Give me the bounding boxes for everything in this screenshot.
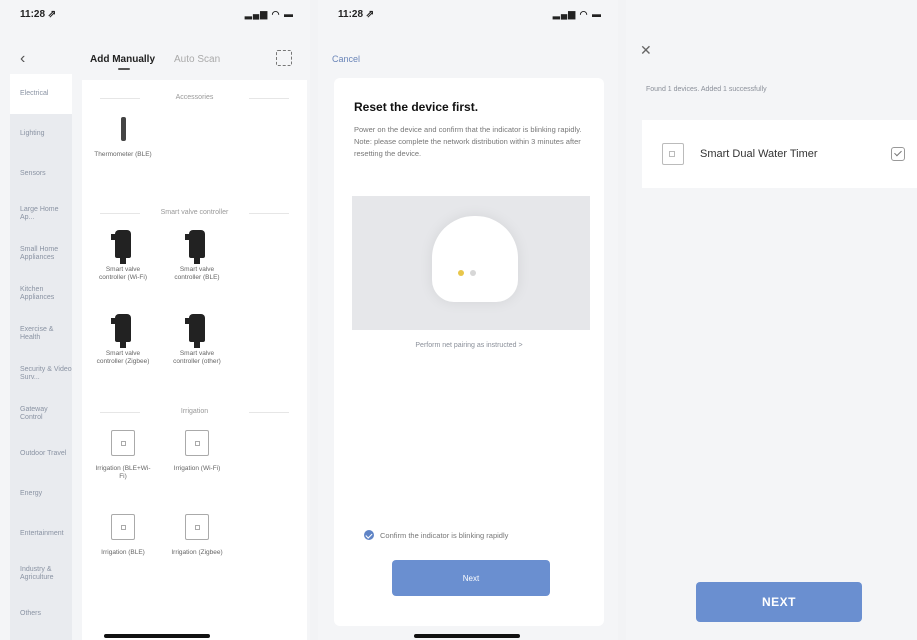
box-icon — [109, 509, 137, 545]
confirm-label: Confirm the indicator is blinking rapidl… — [380, 530, 509, 540]
device-tile[interactable]: Irrigation (BLE+Wi-Fi) — [86, 425, 160, 509]
status-bar: 11:28 ⇗ ▂▄▆ ◠ ▬ — [0, 0, 310, 30]
device-label: Irrigation (BLE) — [101, 549, 145, 556]
device-label: Irrigation (BLE+Wi-Fi) — [95, 465, 151, 481]
device-tile[interactable]: Smart valve controller (Zigbee) — [86, 310, 160, 394]
device-tile[interactable]: Smart valve controller (other) — [160, 310, 234, 394]
sidebar-item[interactable]: Outdoor Travel — [10, 434, 72, 474]
device-tile[interactable]: Smart valve controller (Wi-Fi) — [86, 226, 160, 310]
sidebar-item[interactable]: Security & Video Surv... — [10, 354, 72, 394]
device-tile[interactable]: Thermometer (BLE) — [86, 111, 160, 195]
reset-device-screen: 11:28 ⇗ ▂▄▆ ◠ ▬ Cancel Reset the device … — [318, 0, 618, 640]
valve-icon — [109, 226, 137, 264]
valve-icon — [183, 226, 211, 264]
next-button[interactable]: NEXT — [696, 582, 862, 622]
status-bar: 11:28 ⇗ ▂▄▆ ◠ ▬ — [318, 0, 618, 30]
checkbox-checked-icon[interactable] — [364, 530, 374, 540]
category-sidebar: Electrical Lighting Sensors Large Home Ap..… — [10, 74, 72, 640]
device-label: Smart valve controller (other) — [173, 350, 221, 366]
tab-add-manually[interactable]: Add Manually — [90, 54, 155, 65]
sidebar-item[interactable]: Energy — [10, 474, 72, 514]
home-indicator — [414, 634, 520, 638]
sidebar-item[interactable]: Entertainment — [10, 514, 72, 554]
status-time: 11:28 ⇗ — [20, 9, 57, 20]
box-icon — [183, 425, 211, 461]
found-status-text: Found 1 devices. Added 1 successfully — [646, 86, 767, 93]
device-tile[interactable]: Smart valve controller (BLE) — [160, 226, 234, 310]
sidebar-item[interactable]: Kitchen Appliances — [10, 274, 72, 314]
status-icons: ▂▄▆ ◠ ▬ — [244, 9, 294, 19]
device-icon — [662, 143, 684, 165]
next-button[interactable]: Next — [392, 560, 550, 596]
section-title: Irrigation — [82, 408, 307, 415]
device-label: Thermometer (BLE) — [94, 151, 152, 158]
page-title: Reset the device first. — [354, 100, 479, 114]
status-time: 11:28 ⇗ — [338, 9, 375, 20]
device-label: Irrigation (Zigbee) — [171, 549, 223, 556]
scan-icon[interactable] — [276, 50, 292, 66]
device-label: Smart valve controller (Wi-Fi) — [98, 266, 148, 282]
device-row[interactable]: Smart Dual Water Timer — [642, 120, 917, 188]
device-list: Accessories Thermometer (BLE) Smart valve … — [82, 80, 307, 640]
cancel-button[interactable]: Cancel — [332, 54, 360, 64]
home-indicator — [104, 634, 210, 638]
back-icon[interactable]: ‹ — [20, 50, 25, 68]
sidebar-item[interactable]: Large Home Ap... — [10, 194, 72, 234]
tab-auto-scan[interactable]: Auto Scan — [174, 54, 220, 65]
section-title: Smart valve controller — [82, 209, 307, 216]
confirm-checkbox[interactable]: Confirm the indicator is blinking rapidl… — [364, 530, 508, 540]
reset-instructions: Power on the device and confirm that the… — [354, 125, 582, 158]
section-title: Accessories — [82, 94, 307, 101]
sidebar-item[interactable]: Lighting — [10, 114, 72, 154]
sidebar-item[interactable]: Industry & Agriculture — [10, 554, 72, 594]
device-grid: Smart valve controller (Wi-Fi) Smart valv… — [82, 226, 307, 394]
add-manually-screen: 11:28 ⇗ ▂▄▆ ◠ ▬ ‹ Add Manually Auto Scan… — [0, 0, 310, 640]
device-name: Smart Dual Water Timer — [700, 148, 818, 160]
valve-icon — [109, 310, 137, 348]
box-icon — [183, 509, 211, 545]
device-tile[interactable]: Irrigation (Wi-Fi) — [160, 425, 234, 509]
sidebar-item[interactable]: Small Home Appliances — [10, 234, 72, 274]
device-label: Irrigation (Wi-Fi) — [173, 465, 221, 472]
indicator-led-icon — [458, 270, 464, 276]
device-grid: Irrigation (BLE+Wi-Fi) Irrigation (Wi-Fi)… — [82, 425, 307, 593]
device-label: Smart valve controller (Zigbee) — [96, 350, 150, 366]
device-image — [432, 216, 518, 302]
device-illustration — [352, 196, 590, 330]
found-devices-screen: ✕ Found 1 devices. Added 1 successfully … — [626, 0, 917, 640]
reset-card: Reset the device first. Power on the dev… — [334, 78, 604, 626]
indicator-led-icon — [470, 270, 476, 276]
tab-indicator — [118, 68, 130, 70]
device-grid: Thermometer (BLE) — [82, 111, 307, 195]
thin-device-icon — [109, 111, 137, 147]
sidebar-item[interactable]: Gateway Control — [10, 394, 72, 434]
box-icon — [109, 425, 137, 461]
device-label: Smart valve controller (BLE) — [174, 266, 220, 282]
pairing-help-link[interactable]: Perform net pairing as instructed > — [334, 342, 604, 349]
sidebar-item[interactable]: Exercise & Health — [10, 314, 72, 354]
valve-icon — [183, 310, 211, 348]
device-tile[interactable]: Irrigation (Zigbee) — [160, 509, 234, 593]
sidebar-item[interactable]: Others — [10, 594, 72, 634]
close-icon[interactable]: ✕ — [640, 42, 652, 59]
sidebar-item[interactable]: Sensors — [10, 154, 72, 194]
sidebar-item[interactable]: Electrical — [10, 74, 72, 114]
edit-check-icon[interactable] — [891, 147, 905, 161]
status-icons: ▂▄▆ ◠ ▬ — [552, 9, 602, 19]
device-tile[interactable]: Irrigation (BLE) — [86, 509, 160, 593]
